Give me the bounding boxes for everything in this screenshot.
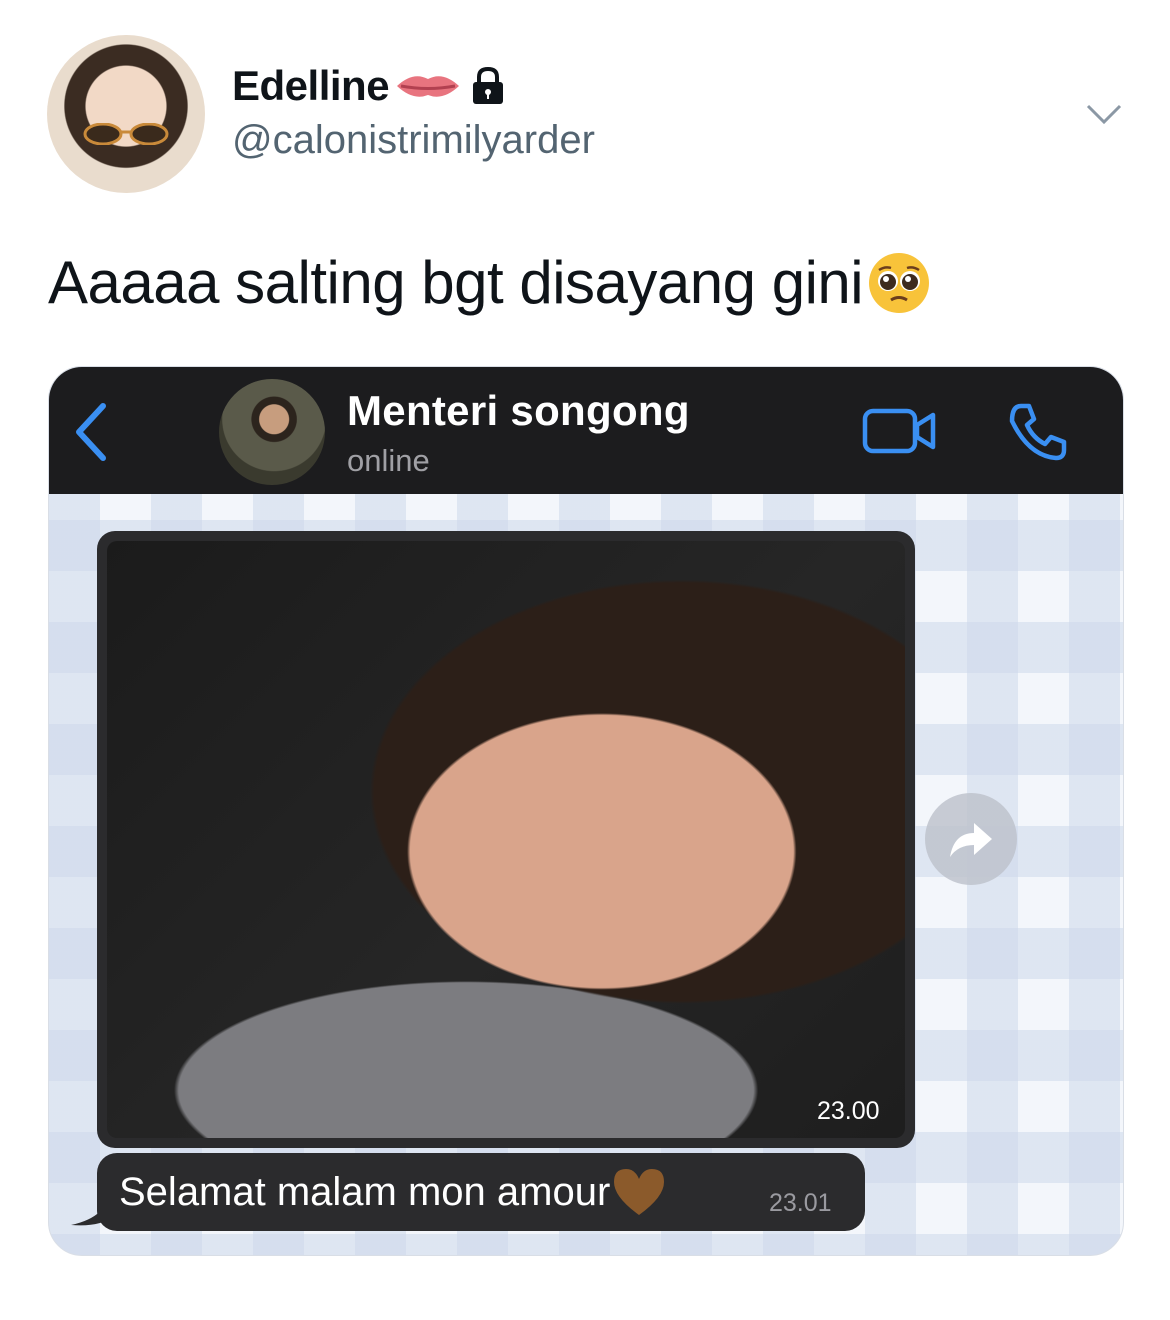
tweet-text-row: Aaaaa salting bgt disayang gini (48, 248, 931, 317)
contact-status: online (347, 443, 430, 478)
video-call-icon[interactable] (861, 403, 937, 459)
forward-button[interactable] (925, 793, 1017, 885)
chevron-down-icon[interactable] (1085, 98, 1123, 128)
back-icon[interactable] (71, 400, 111, 464)
text-message-time: 23.01 (769, 1189, 832, 1217)
forward-arrow-icon (950, 823, 992, 857)
chat-header: Menteri songong online (49, 367, 1123, 494)
tweet-text: Aaaaa salting bgt disayang gini (48, 249, 864, 316)
message-photo[interactable] (107, 541, 905, 1138)
author-name-row[interactable]: Edelline (232, 62, 509, 110)
chat-screenshot-card[interactable]: Menteri songong online 23.00 Selamat mal… (48, 366, 1124, 1256)
contact-avatar[interactable] (219, 379, 325, 485)
image-message-bubble[interactable]: 23.00 (97, 531, 915, 1148)
pleading-face-icon (869, 252, 930, 313)
text-message-content: Selamat malam mon amour (119, 1169, 611, 1214)
sunglasses-graphic (83, 123, 169, 145)
author-display-name[interactable]: Edelline (232, 62, 390, 110)
author-handle[interactable]: @calonistrimilyarder (232, 118, 595, 163)
image-message-time: 23.00 (817, 1097, 880, 1125)
lips-icon (397, 76, 460, 97)
brown-heart-icon (614, 1169, 665, 1215)
contact-name[interactable]: Menteri songong (347, 387, 690, 435)
author-avatar[interactable] (47, 35, 205, 193)
text-message-row: Selamat malam mon amour (119, 1167, 666, 1217)
lock-icon (473, 66, 504, 104)
phone-icon[interactable] (1007, 401, 1069, 463)
